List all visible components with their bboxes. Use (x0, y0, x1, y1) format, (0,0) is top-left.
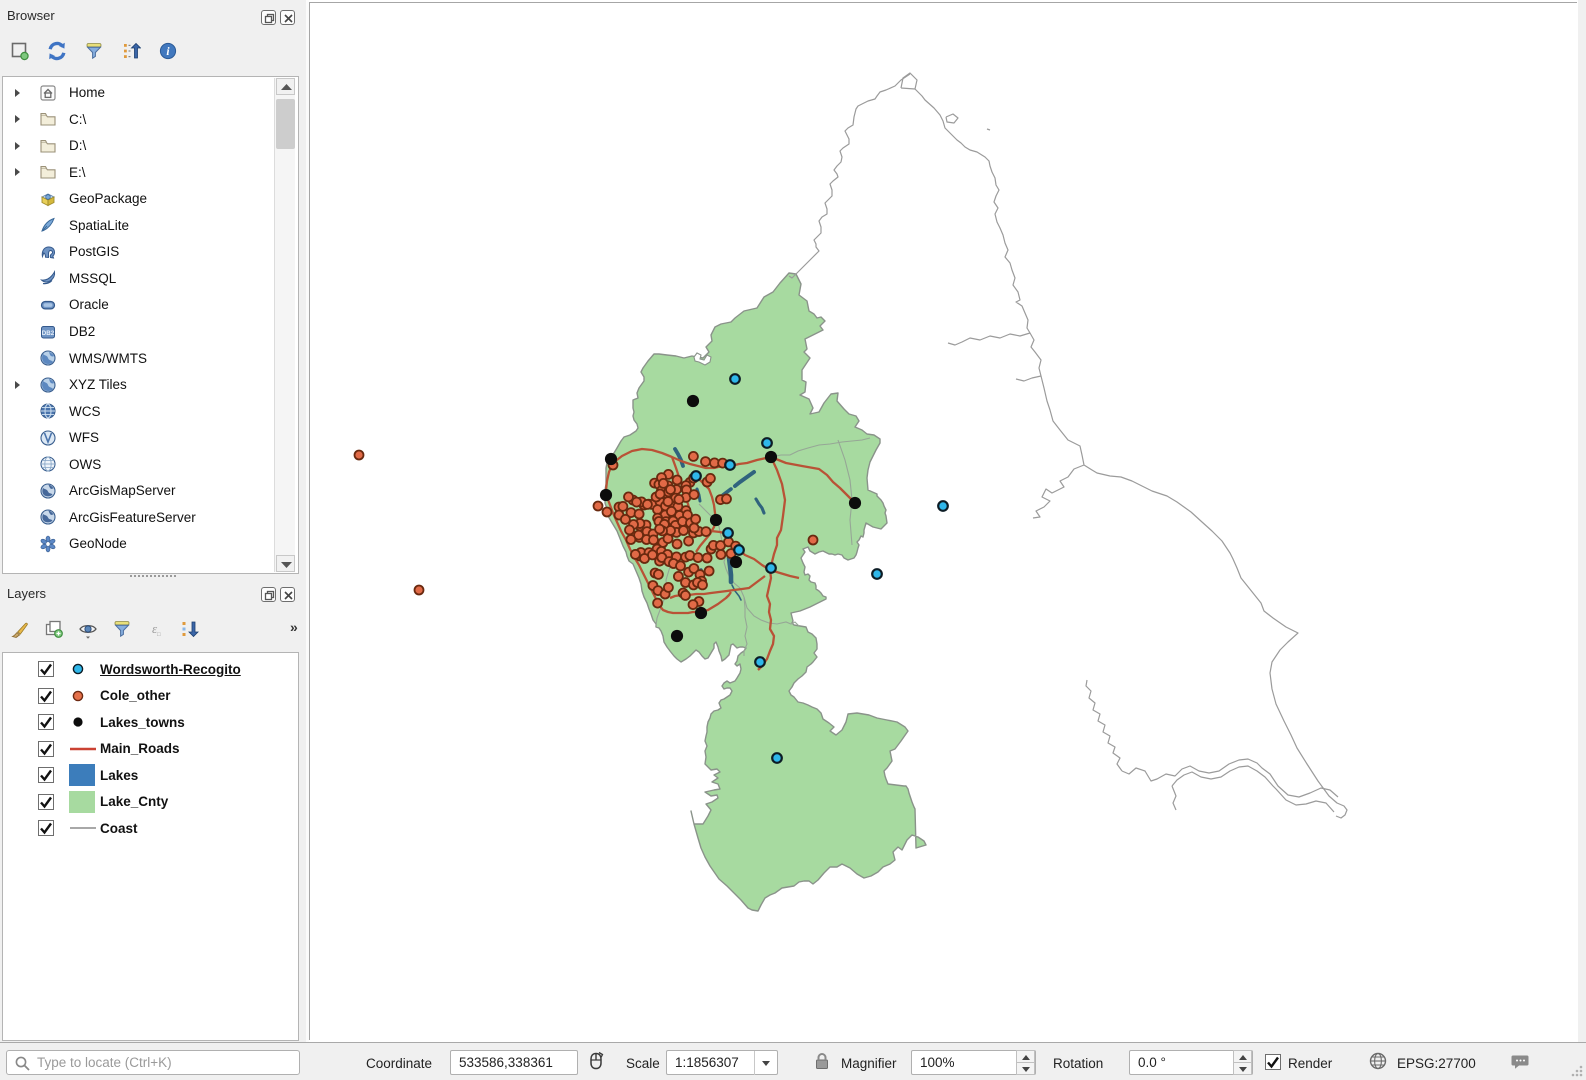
svg-text:□: □ (157, 632, 161, 638)
svg-text:DB2: DB2 (42, 330, 55, 337)
